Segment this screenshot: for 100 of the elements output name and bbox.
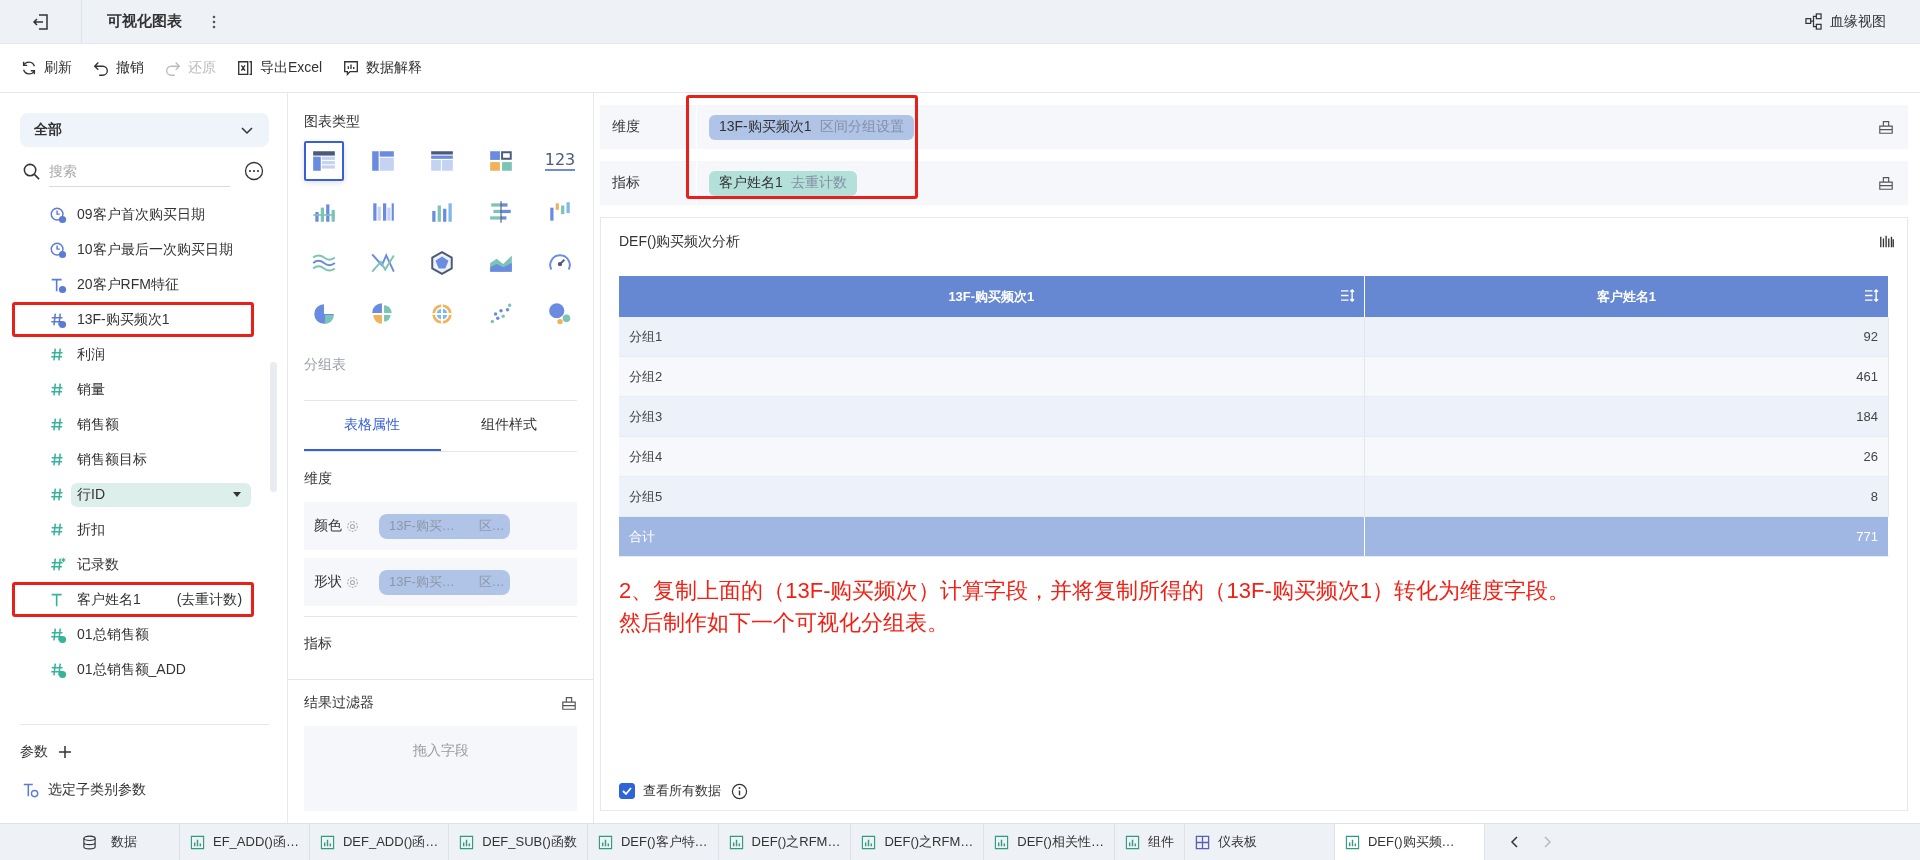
undo-icon <box>92 59 110 77</box>
more-icon[interactable] <box>244 161 264 181</box>
info-icon[interactable] <box>731 782 748 800</box>
chart-icon <box>994 834 1010 850</box>
cross-table-chart-icon <box>370 148 396 174</box>
section-heading: 指标 <box>304 616 577 667</box>
filter-title: 结果过滤器 <box>304 694 374 712</box>
sheet-tab[interactable]: DEF()相关性… <box>984 824 1115 860</box>
field-item[interactable]: 客户姓名1 (去重计数) <box>12 582 254 617</box>
field-item[interactable]: 20客户RFM特征 <box>12 267 254 302</box>
field-pill[interactable]: 13F-购买频次1 区间分组设置 <box>709 114 914 140</box>
lineage-view-button[interactable]: 血缘视图 <box>1801 8 1890 35</box>
parameter-icon <box>22 781 40 799</box>
sheet-tab[interactable]: DEF_SUB()函数 <box>449 824 588 860</box>
table-cell: 分组4 <box>619 436 1365 477</box>
sheet-tab[interactable]: DEF()购买频… <box>1334 824 1485 860</box>
scope-dropdown[interactable]: 全部 <box>20 113 269 147</box>
barcode-chart-icon[interactable] <box>1879 234 1895 250</box>
database-icon <box>82 834 97 850</box>
chart-icon <box>597 834 613 850</box>
annotation-text: 然后制作如下一个可视化分组表。 <box>619 609 950 637</box>
parameter-item[interactable]: 选定子类别参数 <box>22 781 287 799</box>
chart-icon <box>1344 834 1360 850</box>
property-tab[interactable]: 表格属性 <box>304 401 441 451</box>
sort-icon[interactable] <box>1339 289 1355 302</box>
caret-icon[interactable] <box>233 491 241 498</box>
chart-type-option[interactable]: 123 <box>540 141 580 181</box>
chat-chart-icon <box>342 59 361 77</box>
redo-icon <box>164 59 182 77</box>
field-item[interactable]: 利润 <box>12 337 254 372</box>
detail-table-chart-icon <box>429 148 455 174</box>
chart-icon <box>861 834 877 850</box>
widget-icon[interactable] <box>1878 119 1894 135</box>
chart-icon <box>728 834 744 850</box>
sheet-tab[interactable]: DEF()客户特… <box>587 824 719 860</box>
chart-type-option[interactable] <box>304 141 344 181</box>
field-item[interactable]: 折扣 <box>12 512 254 547</box>
section-heading: 图表类型 <box>304 113 361 131</box>
lineage-icon <box>1805 13 1822 30</box>
sheet-tab[interactable]: DEF_ADD()函… <box>309 824 450 860</box>
sheet-tab[interactable]: DEF()之RFM… <box>851 824 985 860</box>
chart-type-name: 分组表 <box>304 356 347 374</box>
shelf-label: 指标 <box>611 174 641 192</box>
toolbar-button[interactable]: 数据解释 <box>334 55 431 81</box>
field-item[interactable]: 09客户首次购买日期 <box>12 197 254 232</box>
section-heading: 维度 <box>304 469 333 488</box>
search-icon[interactable] <box>22 161 41 181</box>
spreadsheet-icon <box>236 59 254 77</box>
total-cell: 771 <box>1364 516 1889 557</box>
widget-icon[interactable] <box>561 695 577 711</box>
table-cell: 184 <box>1364 396 1889 437</box>
field-item[interactable]: 销售额目标 <box>12 442 254 477</box>
field-item[interactable]: 销售额 <box>12 407 254 442</box>
multi-block-chart-icon <box>488 148 514 174</box>
total-cell: 合计 <box>619 516 1365 557</box>
field-item[interactable]: 记录数 <box>12 547 254 582</box>
search-field[interactable]: 搜索 <box>49 155 230 187</box>
sheet-tab[interactable]: DEF()之RFM… <box>718 824 852 860</box>
field-item[interactable]: 01总销售额 <box>12 617 254 652</box>
field-item[interactable]: 01总销售额_ADD <box>12 652 254 687</box>
field-pill[interactable]: 客户姓名1 去重计数 <box>709 170 857 196</box>
show-all-checkbox[interactable]: 查看所有数据 <box>619 782 721 800</box>
field-item[interactable]: 13F-购买频次1 <box>12 302 254 337</box>
toolbar-button[interactable]: 导出Excel <box>228 55 331 81</box>
sheet-tab[interactable]: EF_ADD()函… <box>180 824 310 860</box>
toolbar-button[interactable]: 刷新 <box>12 55 80 81</box>
widget-title: DEF()购买频次分析 <box>619 233 741 251</box>
add-icon[interactable] <box>58 745 72 759</box>
field-item[interactable]: 10客户最后一次购买日期 <box>12 232 254 267</box>
settings-icon[interactable] <box>346 519 359 533</box>
property-label: 颜色 <box>314 517 342 535</box>
sort-icon[interactable] <box>1864 289 1879 302</box>
previous-icon[interactable] <box>1508 835 1521 849</box>
refresh-icon <box>20 59 38 77</box>
radar-chart-icon <box>429 250 455 276</box>
annotation-text: 2、复制上面的（13F-购买频次）计算字段，并将复制所得的（13F-购买频次1）转化为维度字段。 <box>619 577 1571 605</box>
property-label: 形状 <box>314 573 342 591</box>
sheet-tab[interactable]: 仪表板 <box>1184 824 1335 860</box>
chart-icon <box>190 834 205 850</box>
page-title: 可视化图表 <box>107 12 182 31</box>
chart-icon <box>1124 834 1140 850</box>
back-icon[interactable] <box>30 11 51 32</box>
table-cell: 92 <box>1364 317 1889 357</box>
table-cell: 26 <box>1364 436 1889 477</box>
field-item[interactable]: 销量 <box>12 372 254 407</box>
bubble-chart-icon <box>547 301 573 327</box>
table-cell: 分组5 <box>619 476 1365 517</box>
chart-icon <box>459 834 475 850</box>
settings-icon[interactable] <box>346 575 359 589</box>
sheet-tab[interactable]: 数据 <box>40 824 180 860</box>
sheet-tab[interactable]: 组件 <box>1114 824 1185 860</box>
widget-icon[interactable] <box>1878 175 1894 191</box>
toolbar-button[interactable]: 撤销 <box>84 55 152 81</box>
table-cell: 8 <box>1364 476 1889 517</box>
group-table-chart-icon <box>311 148 337 174</box>
shelf-label: 维度 <box>611 118 641 136</box>
property-tab[interactable]: 组件样式 <box>440 401 577 451</box>
table-cell: 461 <box>1364 356 1889 397</box>
check-icon <box>621 785 633 797</box>
more-icon[interactable] <box>212 14 216 29</box>
